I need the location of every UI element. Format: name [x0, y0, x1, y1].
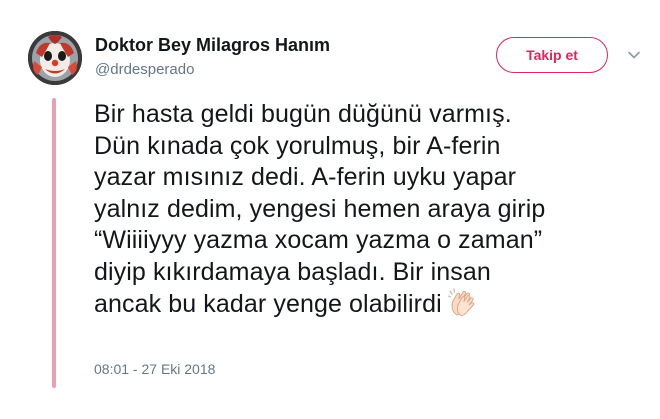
tweet-text-line: diyip kıkırdamaya başladı. Bir insan	[94, 257, 491, 286]
clapping-hands-icon	[447, 288, 478, 318]
thread-line	[52, 98, 56, 388]
tweet-text-line: Dün kınada çok yorulmuş, bir A-ferin	[94, 131, 501, 160]
user-handle[interactable]: @drdesperado	[95, 61, 194, 78]
tweet-text-last-line: ancak bu kadar yenge olabilirdi	[94, 288, 654, 321]
tweet-card: Doktor Bey Milagros Hanım @drdesperado T…	[0, 0, 660, 419]
tweet-text-line: ancak bu kadar yenge olabilirdi	[94, 290, 442, 318]
display-name[interactable]: Doktor Bey Milagros Hanım	[95, 35, 330, 56]
timestamp[interactable]: 08:01 - 27 Eki 2018	[94, 361, 215, 377]
follow-button[interactable]: Takip et	[496, 37, 608, 73]
chevron-down-icon[interactable]	[626, 48, 642, 62]
tweet-text-line: Bir hasta geldi bugün düğünü varmış.	[94, 100, 512, 128]
tweet-text-line: yalnız dedim, yengesi hemen araya girip	[94, 194, 546, 223]
tweet-text-line: “Wiiiiyyy yazma xocam yazma o zaman”	[94, 226, 543, 254]
tweet-text-line: yazar mısınız dedi. A-ferin uyku yapar	[94, 163, 517, 191]
tweet-text: Bir hasta geldi bugün düğünü varmış. Dün…	[94, 99, 654, 321]
clown-face-avatar-icon	[28, 31, 82, 85]
avatar[interactable]	[28, 31, 82, 85]
